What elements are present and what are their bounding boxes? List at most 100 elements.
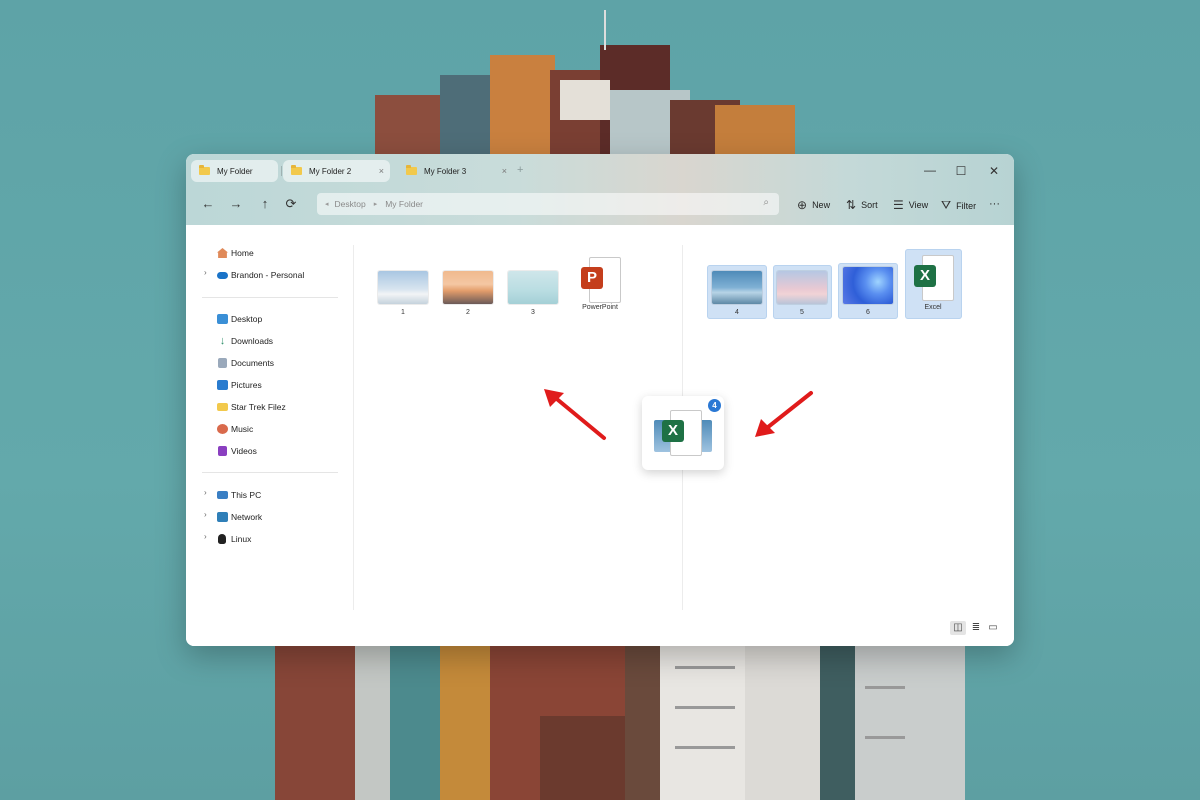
sidebar-item-music[interactable]: Music [217,422,253,436]
drag-preview: X 4 [642,396,724,470]
breadcrumb-desktop[interactable]: Desktop [335,199,366,209]
view-button[interactable]: ☰ View [893,198,928,212]
tab-my-folder-2[interactable]: My Folder 2 × [283,160,390,182]
pictures-icon [217,380,228,390]
chevron-left-icon: ◂ [325,201,329,208]
item-count-badge: 4 [708,399,721,412]
file-item[interactable]: P PowerPoint [574,257,626,311]
file-item[interactable]: 6 [842,267,894,316]
music-icon [217,424,228,434]
sidebar-item-home[interactable]: Home [217,246,254,260]
file-name: 4 [735,309,739,316]
arrow-left-icon [544,389,606,440]
forward-icon[interactable]: → [228,196,244,211]
tab-label: My Folder [217,166,253,176]
view-panes-icon[interactable]: ◫ [950,621,966,635]
more-options-icon[interactable]: ··· [989,198,1000,210]
file-item[interactable]: 2 [442,271,494,316]
sidebar-item-downloads[interactable]: ↓ Downloads [217,334,273,348]
file-name: 1 [401,309,405,316]
file-item[interactable]: 3 [507,271,559,316]
sidebar-item-linux[interactable]: Linux [217,532,251,546]
sidebar-item-label: Star Trek Filez [231,402,286,412]
sidebar-item-label: Documents [231,358,274,368]
sidebar-item-desktop[interactable]: Desktop [217,312,262,326]
sidebar-item-network[interactable]: Network [217,510,262,524]
file-item[interactable]: 4 [711,271,763,316]
close-icon[interactable]: ✕ [984,164,1004,178]
chevron-right-icon[interactable]: › [204,510,207,519]
sidebar-item-this-pc[interactable]: This PC [217,488,261,502]
tab-close-icon[interactable]: × [502,166,507,176]
sidebar-item-label: Pictures [231,380,262,390]
filter-label: Filter [956,200,977,211]
new-tab-icon[interactable]: + [517,164,523,176]
sidebar-item-videos[interactable]: Videos [217,444,257,458]
sort-label: Sort [861,200,878,210]
up-icon[interactable]: ↑ [257,196,273,211]
sidebar-item-label: Desktop [231,314,263,324]
sidebar-divider [202,297,338,298]
pane-divider [353,245,354,610]
chevron-right-icon[interactable]: › [204,532,207,541]
content-area: Home › Brandon - Personal Desktop ↓ Down… [186,225,1014,646]
image-thumbnail [712,271,762,304]
new-button[interactable]: ⊕ New [797,198,830,212]
view-label: View [908,200,929,210]
folder-icon [406,165,417,175]
chevron-right-icon[interactable]: › [204,488,207,497]
address-bar[interactable]: ◂ Desktop ▸ My Folder ⌕ [317,193,779,215]
sidebar-item-label: Music [231,424,254,434]
sidebar-item-onedrive[interactable]: Brandon - Personal [217,268,304,282]
arrow-right-icon [755,391,813,437]
file-item[interactable]: 5 [776,271,828,316]
refresh-icon[interactable]: ⟳ [283,196,299,212]
file-explorer-window: My Folder My Folder 2 × My Folder 3 × + … [186,154,1014,646]
tab-separator [281,166,282,176]
image-thumbnail [508,271,558,304]
sidebar-item-label: Home [231,248,254,258]
downloads-icon: ↓ [219,335,226,347]
navigation-pane: Home › Brandon - Personal Desktop ↓ Down… [186,225,353,646]
image-thumbnail [843,267,893,304]
chevron-right-icon[interactable]: › [204,268,207,277]
sidebar-item-label: Linux [231,534,252,544]
image-thumbnail [443,271,493,304]
building-bottom [275,646,965,800]
sidebar-item-label: Brandon - Personal [231,270,305,280]
tab-label: My Folder 3 [424,166,467,176]
maximize-icon[interactable]: ☐ [951,164,971,178]
breadcrumb-my-folder[interactable]: My Folder [385,199,423,209]
sidebar-item-label: Videos [231,446,257,456]
file-item[interactable]: 1 [377,271,429,316]
view-details-icon[interactable]: ≣ [968,621,984,635]
sidebar-item-pictures[interactable]: Pictures [217,378,262,392]
sidebar-item-label: Network [231,512,263,522]
minimize-icon[interactable]: — [920,163,940,177]
back-icon[interactable]: ← [200,196,216,211]
tab-my-folder[interactable]: My Folder [191,160,278,182]
tab-close-icon[interactable]: × [379,166,384,176]
filter-icon: ⛛ [941,198,952,212]
videos-icon [218,446,227,456]
search-icon[interactable]: ⌕ [763,197,769,208]
folder-icon [217,403,228,411]
sidebar-item-documents[interactable]: Documents [217,356,274,370]
view-preview-icon[interactable]: ▭ [985,621,1001,635]
documents-icon [218,358,227,368]
onedrive-icon [217,271,228,279]
filter-button[interactable]: ⛛ Filter [941,198,976,213]
file-item[interactable]: X Excel [907,255,959,311]
pc-icon [217,491,228,499]
file-name: 6 [866,309,870,316]
excel-icon: X [914,255,954,301]
file-name: 3 [531,309,535,316]
sort-icon: ⇅ [846,198,857,212]
view-icon: ☰ [893,198,904,212]
sort-button[interactable]: ⇅ Sort [846,198,878,212]
powerpoint-icon: P [581,257,621,303]
sidebar-item-label: Downloads [231,336,274,346]
file-name: 2 [466,309,470,316]
sidebar-item-star-trek-filez[interactable]: Star Trek Filez [217,400,286,414]
tab-my-folder-3[interactable]: My Folder 3 × [398,160,513,182]
